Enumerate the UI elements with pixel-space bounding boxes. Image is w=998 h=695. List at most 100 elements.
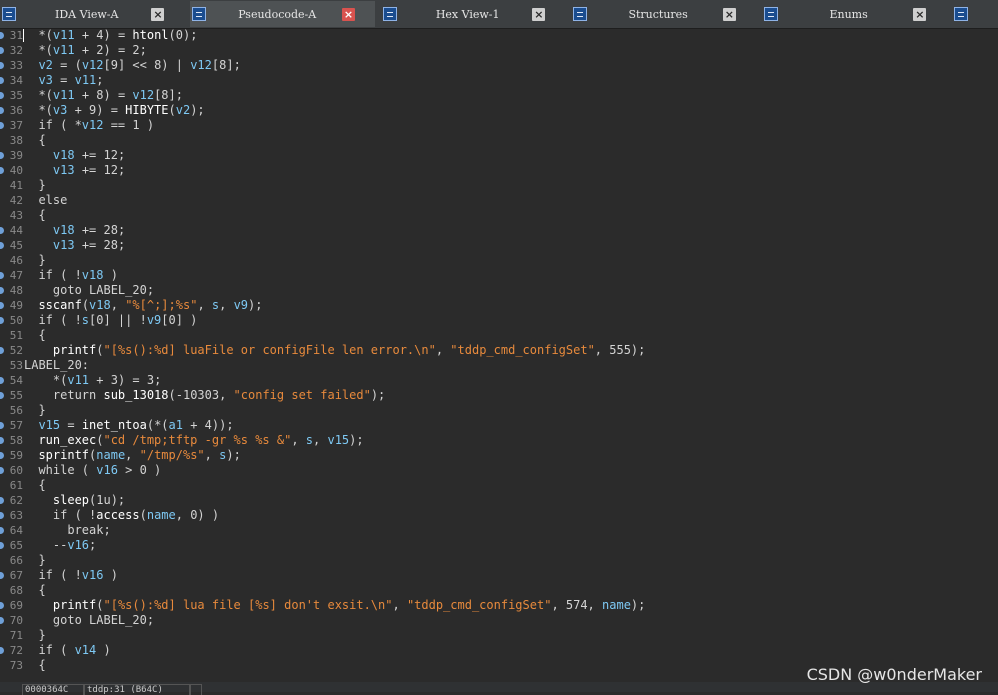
breakpoint-dot-icon[interactable] [0,92,4,99]
variable-token[interactable]: s [306,433,313,447]
breakpoint-dot-icon[interactable] [0,77,4,84]
variable-token[interactable]: v18 [82,268,104,282]
breakpoint-dot-icon[interactable] [0,302,4,309]
string-token[interactable]: "tddp_cmd_configSet" [450,343,595,357]
code-line[interactable]: 65 --v16; [0,538,998,553]
string-token[interactable]: "tddp_cmd_configSet" [407,598,552,612]
code-line[interactable]: 53 LABEL_20: [0,358,998,373]
code-line[interactable]: 44 v18 += 28; [0,223,998,238]
breakpoint-dot-icon[interactable] [0,152,4,159]
code-line[interactable]: 71 } [0,628,998,643]
code-line[interactable]: 33 v2 = (v12[9] << 8) | v12[8]; [0,58,998,73]
breakpoint-dot-icon[interactable] [0,437,4,444]
close-icon[interactable]: × [151,7,165,21]
code-line[interactable]: 38 { [0,133,998,148]
tab-pseudocode-a[interactable]: Pseudocode-A × [190,1,375,27]
variable-token[interactable]: v15 [38,418,60,432]
variable-token[interactable]: v11 [75,73,97,87]
variable-token[interactable]: v18 [53,148,75,162]
close-icon[interactable]: × [722,7,736,21]
variable-token[interactable]: v11 [67,373,89,387]
code-line[interactable]: 37 if ( *v12 == 1 ) [0,118,998,133]
code-line[interactable]: 35 *(v11 + 8) = v12[8]; [0,88,998,103]
breakpoint-dot-icon[interactable] [0,452,4,459]
code-line[interactable]: 32 *(v11 + 2) = 2; [0,43,998,58]
breakpoint-dot-icon[interactable] [0,107,4,114]
variable-token[interactable]: v13 [53,163,75,177]
code-line[interactable]: 31 *(v11 + 4) = htonl(0); [0,28,998,43]
breakpoint-dot-icon[interactable] [0,527,4,534]
code-line[interactable]: 34 v3 = v11; [0,73,998,88]
breakpoint-dot-icon[interactable] [0,542,4,549]
variable-token[interactable]: v16 [96,463,118,477]
function-token[interactable]: sprintf [38,448,89,462]
breakpoint-dot-icon[interactable] [0,422,4,429]
code-line[interactable]: 39 v18 += 12; [0,148,998,163]
tab-enums[interactable]: Enums × [761,1,947,27]
code-line[interactable]: 42 else [0,193,998,208]
variable-token[interactable]: s [82,313,89,327]
tab-structures[interactable]: Structures × [571,1,756,27]
breakpoint-dot-icon[interactable] [0,602,4,609]
variable-token[interactable]: name [602,598,631,612]
function-token[interactable]: run_exec [38,433,96,447]
breakpoint-dot-icon[interactable] [0,227,4,234]
string-token[interactable]: "[%s():%d] luaFile or configFile len err… [104,343,436,357]
function-token[interactable]: HIBYTE [125,103,168,117]
function-token[interactable]: sub_13018 [103,388,168,402]
code-line[interactable]: 49 sscanf(v18, "%[^;];%s", s, v9); [0,298,998,313]
code-line[interactable]: 52 printf("[%s():%d] luaFile or configFi… [0,343,998,358]
variable-token[interactable]: v9 [147,313,161,327]
tab-overflow[interactable] [952,1,993,27]
code-line[interactable]: 60 while ( v16 > 0 ) [0,463,998,478]
function-token[interactable]: sscanf [38,298,81,312]
variable-token[interactable]: v11 [53,28,75,42]
variable-token[interactable]: name [147,508,176,522]
code-line[interactable]: 51 { [0,328,998,343]
variable-token[interactable]: v12 [132,88,154,102]
function-token[interactable]: inet_ntoa [82,418,147,432]
variable-token[interactable]: v16 [67,538,89,552]
code-line[interactable]: 41 } [0,178,998,193]
breakpoint-dot-icon[interactable] [0,467,4,474]
close-icon[interactable]: × [532,7,546,21]
pseudocode-view[interactable]: 31 *(v11 + 4) = htonl(0); 32 *(v11 + 2) =… [0,28,998,680]
variable-token[interactable]: v3 [38,73,52,87]
breakpoint-dot-icon[interactable] [0,317,4,324]
code-line[interactable]: 43 { [0,208,998,223]
variable-token[interactable]: v18 [53,223,75,237]
breakpoint-dot-icon[interactable] [0,647,4,654]
code-line[interactable]: 36 *(v3 + 9) = HIBYTE(v2); [0,103,998,118]
string-token[interactable]: "[%s():%d] lua file [%s] don't exsit.\n" [104,598,393,612]
code-line[interactable]: 68 { [0,583,998,598]
breakpoint-dot-icon[interactable] [0,167,4,174]
variable-token[interactable]: v13 [53,238,75,252]
string-token[interactable]: "%[^;];%s" [125,298,197,312]
breakpoint-dot-icon[interactable] [0,242,4,249]
string-token[interactable]: "cd /tmp;tftp -gr %s %s &" [103,433,291,447]
string-token[interactable]: "/tmp/%s" [140,448,205,462]
breakpoint-dot-icon[interactable] [0,347,4,354]
close-icon[interactable]: × [341,7,355,21]
string-token[interactable]: "config set failed" [234,388,371,402]
code-line[interactable]: 57 v15 = inet_ntoa(*(a1 + 4)); [0,418,998,433]
variable-token[interactable]: v3 [53,103,67,117]
code-line[interactable]: 69 printf("[%s():%d] lua file [%s] don't… [0,598,998,613]
code-line[interactable]: 58 run_exec("cd /tmp;tftp -gr %s %s &", … [0,433,998,448]
variable-token[interactable]: v11 [53,43,75,57]
variable-token[interactable]: name [96,448,125,462]
variable-token[interactable]: a1 [169,418,183,432]
breakpoint-dot-icon[interactable] [0,572,4,579]
variable-token[interactable]: v18 [89,298,111,312]
breakpoint-dot-icon[interactable] [0,287,4,294]
code-line[interactable]: 64 break; [0,523,998,538]
breakpoint-dot-icon[interactable] [0,512,4,519]
variable-token[interactable]: v12 [82,58,104,72]
code-line[interactable]: 62 sleep(1u); [0,493,998,508]
breakpoint-dot-icon[interactable] [0,617,4,624]
code-line[interactable]: 70 goto LABEL_20; [0,613,998,628]
breakpoint-dot-icon[interactable] [0,497,4,504]
code-line[interactable]: 45 v13 += 28; [0,238,998,253]
code-line[interactable]: 59 sprintf(name, "/tmp/%s", s); [0,448,998,463]
function-token[interactable]: access [96,508,139,522]
